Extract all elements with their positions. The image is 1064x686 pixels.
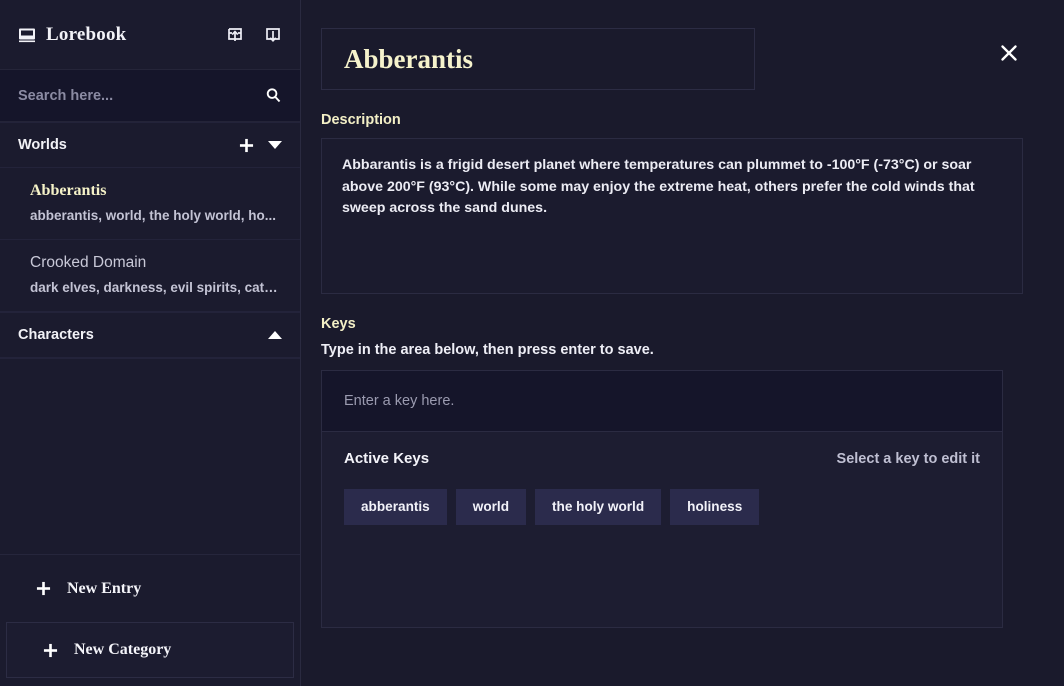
key-input-box[interactable] xyxy=(321,370,1003,432)
active-keys-title: Active Keys xyxy=(344,450,429,467)
active-keys-header: Active Keys Select a key to edit it xyxy=(344,450,980,467)
entry-title-input[interactable] xyxy=(344,44,732,75)
lorebook-app: Lorebook xyxy=(0,0,1064,686)
key-input[interactable] xyxy=(344,393,980,409)
plus-icon xyxy=(36,581,51,596)
new-entry-label: New Entry xyxy=(67,580,141,598)
sidebar-header: Lorebook xyxy=(0,0,300,70)
new-entry-button[interactable]: New Entry xyxy=(0,554,300,622)
key-chip[interactable]: the holy world xyxy=(535,489,661,525)
search-bar[interactable] xyxy=(0,70,300,122)
plus-icon[interactable] xyxy=(239,138,254,153)
entry-title: Crooked Domain xyxy=(30,254,282,272)
active-keys-box: Active Keys Select a key to edit it abbe… xyxy=(321,432,1003,628)
entry-detail-panel: Description Abbarantis is a frigid deser… xyxy=(301,0,1064,686)
app-title: Lorebook xyxy=(46,24,126,46)
upload-tray-icon[interactable] xyxy=(224,24,246,46)
new-category-label: New Category xyxy=(74,641,171,659)
category-header-worlds[interactable]: Worlds xyxy=(0,122,300,168)
entry-keys-preview: abberantis, world, the holy world, ho... xyxy=(30,208,282,223)
download-tray-icon[interactable] xyxy=(262,24,284,46)
entry-header xyxy=(321,28,1024,90)
close-icon[interactable] xyxy=(994,38,1024,68)
sidebar-header-actions xyxy=(224,24,284,46)
entry-keys-preview: dark elves, darkness, evil spirits, cata… xyxy=(30,280,282,295)
description-box[interactable]: Abbarantis is a frigid desert planet whe… xyxy=(321,138,1023,294)
entry-title-box[interactable] xyxy=(321,28,755,90)
category-actions-characters xyxy=(268,331,282,339)
category-actions-worlds xyxy=(239,138,282,153)
description-text: Abbarantis is a frigid desert planet whe… xyxy=(342,155,1002,220)
plus-icon xyxy=(43,643,58,658)
key-chip[interactable]: abberantis xyxy=(344,489,447,525)
keys-hint: Type in the area below, then press enter… xyxy=(321,342,1024,358)
book-icon xyxy=(18,26,36,44)
chevron-up-icon[interactable] xyxy=(268,331,282,339)
list-item[interactable]: Abberantis abberantis, world, the holy w… xyxy=(0,168,300,240)
active-keys-hint: Select a key to edit it xyxy=(837,451,980,467)
description-label: Description xyxy=(321,112,1024,128)
entry-title: Abberantis xyxy=(30,182,282,200)
new-category-button[interactable]: New Category xyxy=(6,622,294,678)
keys-label: Keys xyxy=(321,316,1024,332)
category-header-characters[interactable]: Characters xyxy=(0,312,300,358)
key-chip[interactable]: holiness xyxy=(670,489,759,525)
category-label-characters: Characters xyxy=(18,327,268,343)
key-chip-list: abberantis world the holy world holiness xyxy=(344,489,980,525)
search-input[interactable] xyxy=(18,88,265,104)
key-chip[interactable]: world xyxy=(456,489,526,525)
category-label-worlds: Worlds xyxy=(18,137,239,153)
sidebar-empty-area xyxy=(0,358,300,554)
chevron-down-icon[interactable] xyxy=(268,141,282,149)
sidebar: Lorebook xyxy=(0,0,301,686)
search-icon[interactable] xyxy=(265,87,282,104)
list-item[interactable]: Crooked Domain dark elves, darkness, evi… xyxy=(0,240,300,312)
brand: Lorebook xyxy=(18,24,224,46)
